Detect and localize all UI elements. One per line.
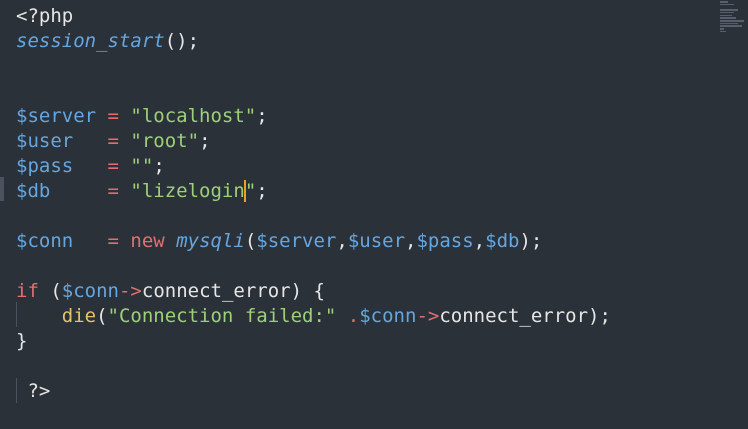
code-line-8: $db = "lizelogin";	[16, 180, 268, 202]
code-line-6: $user = "root";	[16, 130, 211, 152]
code-line-12: if ($conn->connect_error) {	[16, 280, 325, 302]
code-line-7: $pass = "";	[16, 155, 165, 177]
minimap[interactable]	[720, 0, 748, 50]
code-line-16: ?>	[27, 380, 51, 402]
code-content[interactable]: <?php session_start(); $server = "localh…	[16, 4, 611, 404]
code-line-2: session_start();	[16, 30, 200, 52]
code-line-1: <?php	[16, 5, 74, 27]
code-line-14: }	[16, 330, 28, 352]
current-line-marker	[0, 177, 4, 201]
code-line-10: $conn = new mysqli($server,$user,$pass,$…	[16, 230, 543, 252]
code-line-13: die("Connection failed:" .$conn->connect…	[61, 305, 611, 327]
code-editor[interactable]: <?php session_start(); $server = "localh…	[0, 0, 748, 429]
code-line-5: $server = "localhost";	[16, 105, 268, 127]
